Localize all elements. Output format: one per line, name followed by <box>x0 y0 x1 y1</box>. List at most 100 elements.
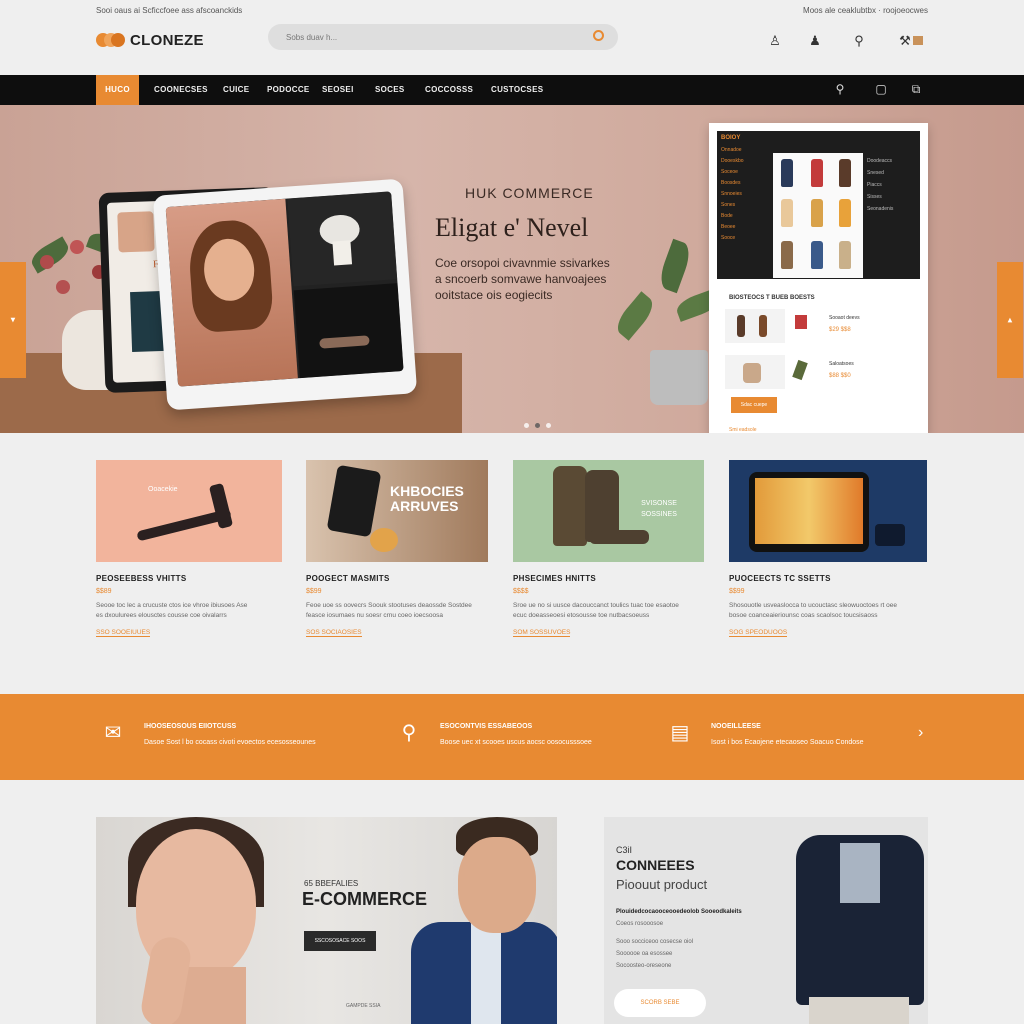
shop-item-thumb <box>725 309 785 343</box>
nav-item-2[interactable]: CUICE <box>223 75 249 105</box>
category-card[interactable]: PUOCEECTS TC SSETTS $$99 Shosouotle usve… <box>729 460 927 639</box>
shop-cta-button[interactable]: Sdac cuepe <box>731 397 777 413</box>
user-icon[interactable]: ♙ <box>767 33 783 49</box>
product-thumb[interactable] <box>839 199 851 227</box>
utility-right-text[interactable]: Moos ale ceaklubtbx · roojoeocwes <box>803 6 928 15</box>
shop-filter-item[interactable]: Piaccs <box>867 179 915 191</box>
promo-button[interactable]: SCORB SEBE <box>614 989 706 1017</box>
promo-title: CONNEEES <box>616 857 695 873</box>
carousel-dot[interactable] <box>524 423 529 428</box>
shop-list-item[interactable]: Sooaot deevs $29 $$8 <box>725 309 915 343</box>
card-price: $$89 <box>96 588 112 595</box>
nav-item-3[interactable]: PODOCCE <box>267 75 310 105</box>
category-card[interactable]: KHBOCIES ARRUVES POOGECT MASMITS $$99 Fe… <box>306 460 496 639</box>
shop-item-name: Sooaot deevs <box>829 315 860 321</box>
card-link[interactable]: SSO SOOEIUUES <box>96 629 151 637</box>
shop-sidebar-item[interactable]: Onnadoe <box>721 145 769 156</box>
product-thumb[interactable] <box>811 241 823 269</box>
shop-sidebar-item[interactable]: Bode <box>721 211 769 222</box>
card-title[interactable]: PHSECIMES HNITTS <box>513 574 703 583</box>
product-thumb[interactable] <box>781 199 793 227</box>
shop-filter-item[interactable]: Seonadenis <box>867 203 915 215</box>
flower <box>40 255 54 269</box>
shop-sidebar-item[interactable]: Dooeskbo <box>721 156 769 167</box>
shop-product-grid <box>773 153 863 278</box>
product-thumb[interactable] <box>811 199 823 227</box>
utility-bar: Sooi oaus ai Scficcfoee ass afscoanckids… <box>0 0 1024 20</box>
shop-sidebar-item[interactable]: Boosdes <box>721 178 769 189</box>
shop-filter-item[interactable]: Sisses <box>867 191 915 203</box>
shop-sidebar-item[interactable]: Sones <box>721 200 769 211</box>
nav-bag-icon[interactable]: ▢ <box>874 82 888 96</box>
card-image[interactable]: SVISONSE SOSSINES <box>513 460 704 562</box>
carousel-dots[interactable] <box>524 423 551 428</box>
logo[interactable]: CLONEZE <box>96 30 204 50</box>
tablet-front <box>152 178 418 411</box>
product-thumb[interactable] <box>839 241 851 269</box>
hero-subtitle-line: ooitstace ois eogiecits <box>435 288 553 302</box>
flowers-photo <box>287 191 398 287</box>
shop-filter-item[interactable]: Doodeaccs <box>867 155 915 167</box>
shop-list-item[interactable]: Saloatsoes $88 $$0 <box>725 355 915 389</box>
card-title[interactable]: PEOSEEBESS VHITTS <box>96 574 286 583</box>
nav-item-5[interactable]: SOCES <box>375 75 405 105</box>
nav-item-7[interactable]: CUSTOCSES <box>491 75 543 105</box>
nav-cart-icon[interactable]: ⧉ <box>909 82 923 96</box>
category-card[interactable]: SVISONSE SOSSINES PHSECIMES HNITTS $$$$ … <box>513 460 704 639</box>
card-description: Feoe uoe ss oovecrs Soouk stootuses deao… <box>306 601 492 621</box>
product-thumb[interactable] <box>811 159 823 187</box>
card-link[interactable]: SOM SOSSUVOES <box>513 629 571 637</box>
shop-footer-link[interactable]: Smi eadsole <box>729 427 757 433</box>
promo-line: Coeos rosooosoe <box>616 921 664 927</box>
card-link[interactable]: SOS SOCIAOSIES <box>306 629 362 637</box>
nav-item-1[interactable]: COONECSES <box>154 75 208 105</box>
chevron-right-icon[interactable]: › <box>918 724 923 742</box>
carousel-dot-active[interactable] <box>535 423 540 428</box>
shop-sidebar-item[interactable]: Sooce <box>721 233 769 244</box>
card-description: Seooe toc lec a crucuste ctos ice vhroe … <box>96 601 282 621</box>
shop-filter-item[interactable]: Snesed <box>867 167 915 179</box>
card-price: $$99 <box>306 588 322 595</box>
hero-title: Eligat e' Nevel <box>435 213 589 242</box>
card-link[interactable]: SOG SPEODUOOS <box>729 629 788 637</box>
promo-button[interactable]: SSCOSOSACE SOOS <box>304 931 376 951</box>
shop-sidebar-item[interactable]: Snnoeies <box>721 189 769 200</box>
search-icon[interactable]: ⚲ <box>851 33 867 49</box>
side-tab-left[interactable]: ◀ <box>0 262 26 378</box>
card-title[interactable]: PUOCEECTS TC SSETTS <box>729 574 919 583</box>
promo-subtitle: Pioouut product <box>616 877 708 892</box>
shop-preview-header: BOIOY Onnadoe Dooeskbo Soceoe Boosdes Sn… <box>717 131 920 279</box>
product-thumb[interactable] <box>839 159 851 187</box>
card-image[interactable]: Ooacekie <box>96 460 282 562</box>
card-desc-line: es dxoulurees elousctes cousse coe oival… <box>96 612 227 619</box>
search-icon[interactable] <box>593 30 604 41</box>
card-image[interactable] <box>729 460 927 562</box>
promo-banner-ecommerce: 65 BBEFALIES E-COMMERCE SSCOSOSACE SOOS … <box>96 817 557 1024</box>
search-input[interactable]: Sobs duav h... <box>268 24 618 50</box>
category-card[interactable]: Ooacekie PEOSEEBESS VHITTS $$89 Seooe to… <box>96 460 286 639</box>
shop-sidebar-item[interactable]: Soceoe <box>721 167 769 178</box>
nav-item-home[interactable]: HUCO <box>96 75 139 105</box>
shop-item-name: Saloatsoes <box>829 361 854 367</box>
hero-kicker: HUK COMMERCE <box>465 185 594 201</box>
account-icon[interactable]: ♟ <box>807 33 823 49</box>
card-image[interactable]: KHBOCIES ARRUVES <box>306 460 488 562</box>
card-desc-line: Feoe uoe ss oovecrs Soouk stootuses deao… <box>306 602 472 609</box>
side-tab-right[interactable]: ▶ <box>997 262 1023 378</box>
product-thumb[interactable] <box>781 241 793 269</box>
cart-icon[interactable]: ⚒ <box>897 33 925 49</box>
nav-search-icon[interactable]: ⚲ <box>833 82 847 96</box>
product-thumb[interactable] <box>781 159 793 187</box>
carousel-dot[interactable] <box>546 423 551 428</box>
shop-item-thumb <box>725 355 785 389</box>
nav-item-4[interactable]: SEOSEI <box>322 75 354 105</box>
shop-item-thumb-small <box>792 359 808 381</box>
plant-pot <box>650 350 708 405</box>
nav-item-6[interactable]: COCCOSSS <box>425 75 473 105</box>
hero-subtitle-line: Coe orsopoi civavnmie ssivarkes <box>435 256 610 270</box>
site-header: CLONEZE Sobs duav h... ♙ ♟ ⚲ ⚒ <box>0 20 1024 75</box>
card-title[interactable]: POOGECT MASMITS <box>306 574 496 583</box>
card-desc-line: ecuc doeasseoesi etosousse toe nutbacsoe… <box>513 612 650 619</box>
shop-sidebar-item[interactable]: Beoee <box>721 222 769 233</box>
logo-mark-icon <box>96 30 125 50</box>
